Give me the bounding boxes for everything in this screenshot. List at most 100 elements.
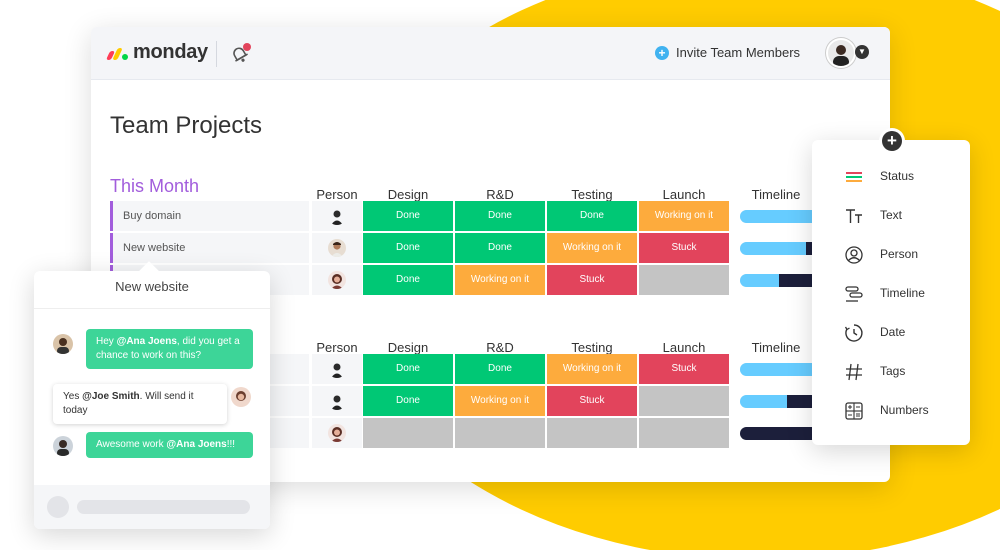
- column-header[interactable]: Timeline: [731, 340, 821, 355]
- chevron-down-icon[interactable]: ▼: [855, 45, 869, 59]
- column-header[interactable]: Design: [363, 187, 453, 202]
- status-cell[interactable]: Done: [363, 386, 453, 416]
- status-icon: [844, 167, 864, 187]
- column-type-label: Text: [880, 208, 903, 222]
- tags-icon: [844, 362, 864, 382]
- person-cell[interactable]: [312, 386, 362, 416]
- person-icon: [844, 245, 864, 265]
- avatar: [231, 387, 251, 407]
- status-cell[interactable]: Done: [455, 201, 545, 231]
- status-cell[interactable]: Done: [547, 201, 637, 231]
- column-header[interactable]: Launch: [639, 340, 729, 355]
- timeline-cell[interactable]: [731, 354, 821, 384]
- status-cell[interactable]: Done: [363, 265, 453, 295]
- status-cell[interactable]: Working on it: [547, 233, 637, 263]
- timeline-bar: [740, 274, 818, 287]
- avatar: [328, 239, 346, 257]
- status-cell[interactable]: [639, 265, 729, 295]
- text-icon: [844, 206, 864, 226]
- status-cell[interactable]: Done: [455, 354, 545, 384]
- status-cell[interactable]: [547, 418, 637, 448]
- timeline-cell[interactable]: [731, 265, 821, 295]
- user-avatar[interactable]: [826, 38, 856, 68]
- status-cell[interactable]: Stuck: [639, 354, 729, 384]
- column-header[interactable]: Timeline: [731, 187, 821, 202]
- column-header[interactable]: Testing: [547, 187, 637, 202]
- person-cell[interactable]: [312, 201, 362, 231]
- column-type-label: Timeline: [880, 286, 925, 300]
- person-cell[interactable]: [312, 418, 362, 448]
- column-header[interactable]: Launch: [639, 187, 729, 202]
- status-cell[interactable]: Stuck: [639, 233, 729, 263]
- chat-footer: [34, 485, 270, 529]
- plus-icon: +: [655, 45, 669, 60]
- status-cell[interactable]: [639, 418, 729, 448]
- stage: monday + Invite Team Members ▼ Team Proj…: [0, 0, 1000, 550]
- status-cell[interactable]: [639, 386, 729, 416]
- page-title: Team Projects: [110, 112, 263, 139]
- person-cell[interactable]: [312, 354, 362, 384]
- column-type-label: Tags: [880, 364, 906, 378]
- logo-text: monday: [133, 41, 208, 63]
- notification-bell-icon[interactable]: [229, 42, 253, 66]
- column-type-label: Date: [880, 325, 906, 339]
- avatar: [53, 436, 73, 456]
- numbers-icon: [844, 401, 864, 421]
- invite-members-button[interactable]: + Invite Team Members: [655, 45, 800, 60]
- timeline-cell[interactable]: [731, 386, 821, 416]
- add-column-icon[interactable]: +: [882, 131, 902, 151]
- status-cell[interactable]: Working on it: [455, 265, 545, 295]
- column-type-person[interactable]: Person: [812, 239, 970, 269]
- chat-reply-input[interactable]: [77, 500, 250, 514]
- column-type-date[interactable]: Date: [812, 317, 970, 347]
- status-cell[interactable]: Done: [363, 354, 453, 384]
- avatar: [328, 271, 346, 289]
- timeline-cell[interactable]: [731, 233, 821, 263]
- timeline-cell[interactable]: [731, 418, 821, 448]
- timeline-bar: [740, 395, 818, 408]
- item-name[interactable]: Buy domain: [110, 201, 309, 231]
- chat-divider: [34, 308, 270, 309]
- timeline-bar: [740, 242, 818, 255]
- column-type-numbers[interactable]: Numbers: [812, 395, 970, 425]
- topbar-divider: [216, 41, 217, 67]
- column-header[interactable]: R&D: [455, 187, 545, 202]
- status-cell[interactable]: Working on it: [547, 354, 637, 384]
- column-picker: + Status Text Person Timeline Date Tags Number…: [812, 131, 970, 445]
- status-cell[interactable]: Done: [455, 233, 545, 263]
- status-cell[interactable]: Stuck: [547, 386, 637, 416]
- column-type-tags[interactable]: Tags: [812, 356, 970, 386]
- status-cell[interactable]: Done: [363, 233, 453, 263]
- timeline-bar: [740, 210, 818, 223]
- column-header[interactable]: R&D: [455, 340, 545, 355]
- column-header[interactable]: Design: [363, 340, 453, 355]
- avatar: [47, 496, 69, 518]
- status-cell[interactable]: Working on it: [455, 386, 545, 416]
- column-type-text[interactable]: Text: [812, 200, 970, 230]
- avatar: [328, 424, 346, 442]
- chat-panel: New website Hey @Ana Joens, did you get …: [34, 261, 270, 529]
- timeline-bar: [740, 427, 818, 440]
- person-cell[interactable]: [312, 233, 362, 263]
- item-name[interactable]: New website: [110, 233, 309, 263]
- column-type-label: Status: [880, 169, 915, 183]
- avatar: [328, 360, 346, 378]
- status-cell[interactable]: Stuck: [547, 265, 637, 295]
- column-type-timeline[interactable]: Timeline: [812, 278, 970, 308]
- column-type-status[interactable]: Status: [812, 161, 970, 191]
- status-cell[interactable]: [455, 418, 545, 448]
- timeline-cell[interactable]: [731, 201, 821, 231]
- person-cell[interactable]: [312, 265, 362, 295]
- invite-label: Invite Team Members: [676, 45, 801, 60]
- group-title[interactable]: This Month: [110, 176, 199, 197]
- avatar: [53, 334, 73, 354]
- chat-message-3: Awesome work @Ana Joens!!!: [86, 432, 253, 458]
- monday-logo[interactable]: monday: [105, 41, 208, 64]
- status-cell[interactable]: [363, 418, 453, 448]
- chat-title: New website: [115, 279, 189, 294]
- status-cell[interactable]: Done: [363, 201, 453, 231]
- chat-message-2: Yes @Joe Smith. Will send it today: [53, 384, 227, 424]
- avatar: [328, 207, 346, 225]
- column-header[interactable]: Testing: [547, 340, 637, 355]
- status-cell[interactable]: Working on it: [639, 201, 729, 231]
